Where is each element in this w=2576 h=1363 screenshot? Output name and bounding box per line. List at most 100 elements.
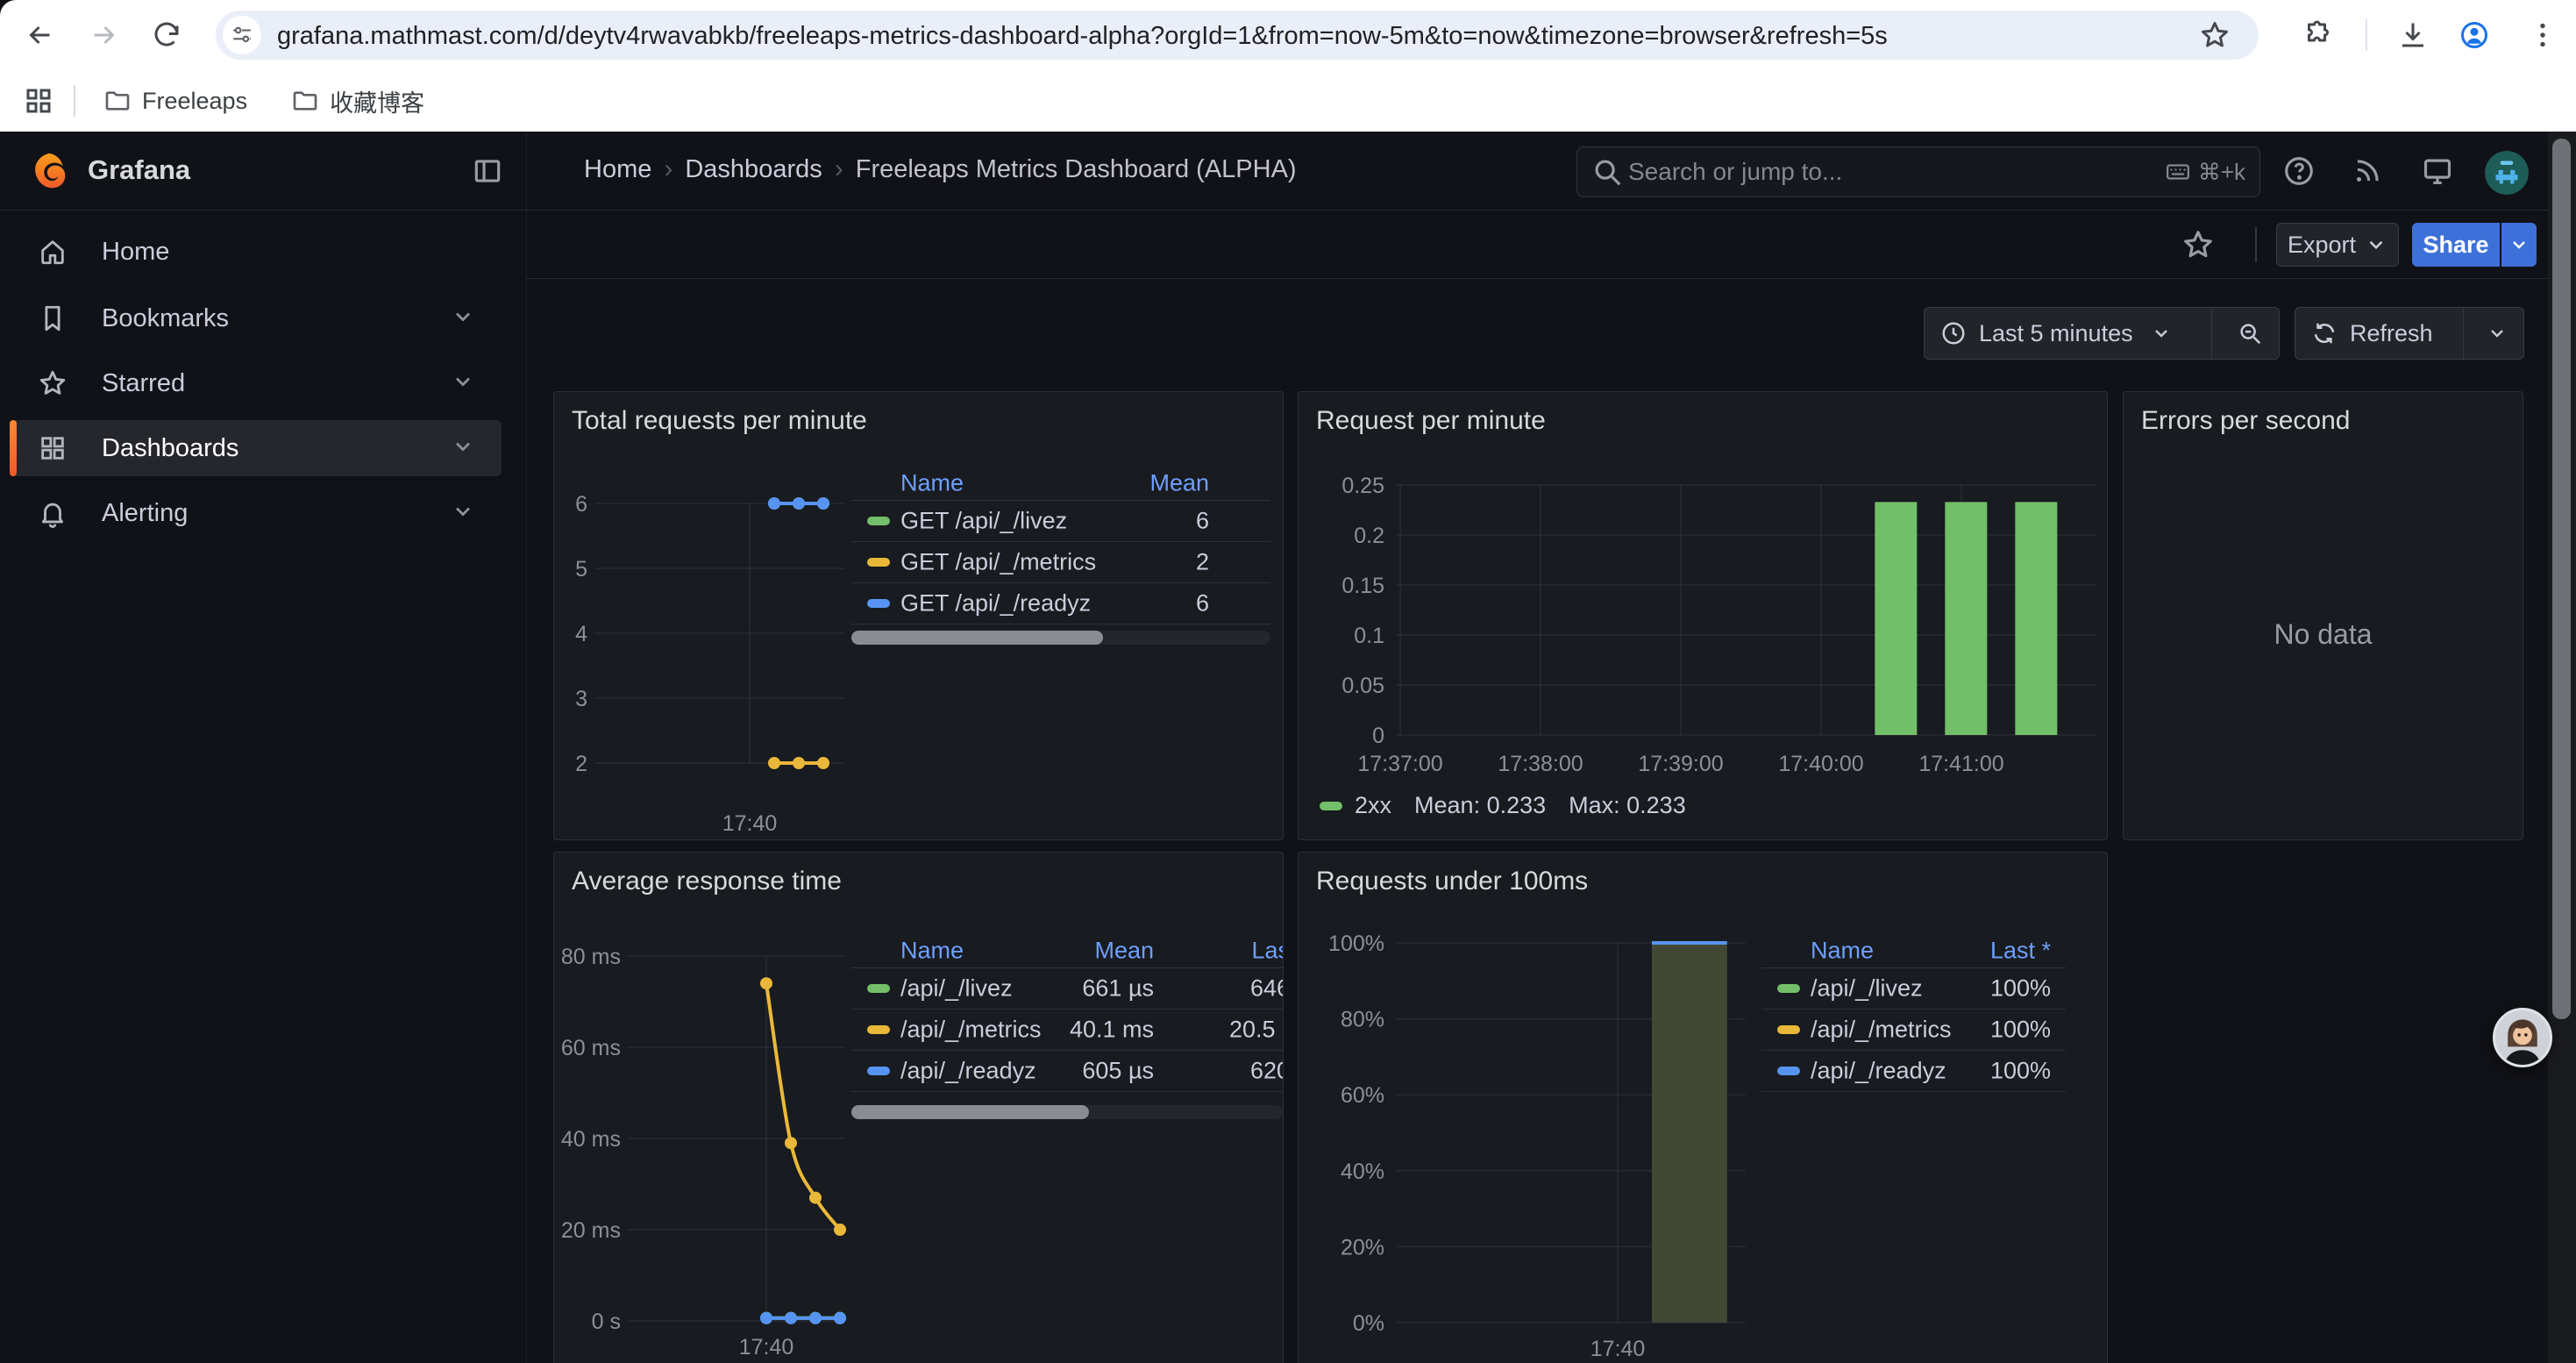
area-fill xyxy=(1652,943,1727,1323)
help-icon[interactable] xyxy=(2278,150,2320,192)
series-point xyxy=(793,497,805,510)
back-icon[interactable] xyxy=(21,16,60,54)
chevron-down-icon[interactable] xyxy=(451,304,475,333)
legend-row[interactable]: GET /api/_/readyz6 xyxy=(851,583,1270,624)
panel-title[interactable]: Errors per second xyxy=(2141,406,2350,436)
url-text[interactable]: grafana.mathmast.com/d/deytv4rwavabkb/fr… xyxy=(277,22,1888,51)
button-divider xyxy=(2211,308,2212,359)
legend-column-header[interactable]: Name xyxy=(1811,937,1874,964)
star-icon xyxy=(35,368,70,398)
legend-column-header[interactable]: Name xyxy=(900,469,964,496)
browser-profile-icon[interactable] xyxy=(2455,16,2494,54)
legend-scrollbar[interactable] xyxy=(851,1105,1283,1119)
panel-request-per-minute: Request per minute 0.250.20.150.10.05017… xyxy=(1298,391,2108,840)
forward-icon[interactable] xyxy=(84,16,123,54)
legend-series-name[interactable]: GET /api/_/readyz xyxy=(900,590,1091,617)
time-range-picker[interactable]: Last 5 minutes xyxy=(1940,320,2195,347)
legend-column-header[interactable]: Mean xyxy=(1149,469,1209,496)
reload-icon[interactable] xyxy=(147,16,186,54)
x-axis-tick-label: 17:38:00 xyxy=(1498,752,1583,776)
legend-series-name[interactable]: GET /api/_/metrics xyxy=(900,549,1096,576)
y-axis-tick-label: 20% xyxy=(1341,1235,1384,1260)
site-settings-icon[interactable] xyxy=(223,16,261,54)
bookmark-star-icon[interactable] xyxy=(2195,16,2234,54)
legend-series-name[interactable]: /api/_/livez xyxy=(900,975,1013,1003)
chevron-down-icon[interactable] xyxy=(451,369,475,398)
legend-row[interactable]: /api/_/readyz100% xyxy=(1761,1051,2066,1092)
page-scrollbar-thumb[interactable] xyxy=(2552,139,2571,1019)
sidebar-item-home[interactable]: Home xyxy=(11,224,502,280)
floating-assistant-avatar[interactable] xyxy=(2493,1008,2552,1067)
export-button[interactable]: Export xyxy=(2276,223,2399,267)
kiosk-monitor-icon[interactable] xyxy=(2416,150,2459,192)
chevron-down-icon[interactable] xyxy=(451,499,475,528)
panel-legend: Name Mean GET /api/_/livez 6 GET /api/_/metr… xyxy=(851,466,1270,624)
browser-menu-icon[interactable] xyxy=(2523,16,2562,54)
search-shortcut: ⌘+k xyxy=(2165,159,2259,186)
legend-value: 6 xyxy=(1196,508,1209,535)
sidebar-item-bookmarks[interactable]: Bookmarks xyxy=(11,290,502,346)
news-rss-icon[interactable] xyxy=(2346,150,2388,192)
chevron-down-icon xyxy=(2487,323,2508,344)
legend-column-header[interactable]: Mean xyxy=(1094,937,1154,964)
sidebar-item-starred[interactable]: Starred xyxy=(11,355,502,411)
y-axis-tick-label: 0% xyxy=(1353,1311,1384,1336)
series-point xyxy=(817,497,829,510)
legend-row[interactable]: /api/_/livez100% xyxy=(1761,968,2066,1010)
legend-row[interactable]: /api/_/readyz605 µs620 xyxy=(851,1051,1284,1092)
legend-value: 620 xyxy=(1250,1058,1284,1085)
legend-series-name[interactable]: GET /api/_/livez xyxy=(900,508,1067,535)
legend-column-header[interactable]: Name xyxy=(900,937,964,964)
extensions-icon[interactable] xyxy=(2299,16,2338,54)
legend-row[interactable]: /api/_/metrics100% xyxy=(1761,1010,2066,1051)
legend-series-name[interactable]: /api/_/readyz xyxy=(1811,1058,1946,1085)
breadcrumb-home[interactable]: Home xyxy=(584,155,651,184)
series-point xyxy=(760,977,772,989)
apps-grid-icon[interactable] xyxy=(19,82,58,120)
bookmark-folder-blogs[interactable]: 收藏博客 xyxy=(279,77,437,125)
grafana-logo[interactable] xyxy=(30,152,68,190)
share-dropdown-button[interactable] xyxy=(2501,223,2537,267)
home-icon xyxy=(35,237,70,267)
sidebar-toggle-icon[interactable] xyxy=(466,150,509,192)
bookmark-label: Freeleaps xyxy=(142,88,247,115)
legend-column-header[interactable]: Last * xyxy=(1990,937,2051,964)
legend-row[interactable]: /api/_/livez661 µs646 xyxy=(851,968,1284,1010)
sidebar-item-alerting[interactable]: Alerting xyxy=(11,485,502,541)
address-bar[interactable]: grafana.mathmast.com/d/deytv4rwavabkb/fr… xyxy=(216,11,2259,60)
sidebar-item-dashboards[interactable]: Dashboards xyxy=(11,420,502,476)
share-button[interactable]: Share xyxy=(2412,223,2500,267)
refresh-button[interactable]: Refresh xyxy=(2311,320,2454,347)
search-input[interactable]: Search or jump to... ⌘+k xyxy=(1576,146,2260,197)
y-axis-tick-label: 6 xyxy=(575,492,587,517)
panel-avg-response-time: Average response time 80 ms60 ms40 ms20 … xyxy=(553,852,1284,1363)
zoom-out-button[interactable] xyxy=(2221,320,2263,346)
legend-series-name[interactable]: /api/_/metrics xyxy=(1811,1017,1952,1044)
chevron-down-icon[interactable] xyxy=(451,434,475,463)
bookmark-folder-freeleaps[interactable]: Freeleaps xyxy=(91,80,260,122)
legend-row[interactable]: /api/_/metrics40.1 ms20.5 r xyxy=(851,1010,1284,1051)
refresh-interval-dropdown[interactable] xyxy=(2473,323,2508,344)
legend-scrollbar[interactable] xyxy=(851,631,1270,645)
breadcrumb: Home › Dashboards › Freeleaps Metrics Da… xyxy=(584,154,1297,184)
favorite-star-icon[interactable] xyxy=(2177,224,2219,266)
user-avatar[interactable] xyxy=(2485,151,2529,195)
legend-series-name[interactable]: /api/_/livez xyxy=(1811,975,1923,1003)
legend-column-header[interactable]: Las xyxy=(1251,937,1284,964)
y-axis-tick-label: 2 xyxy=(575,752,587,776)
breadcrumb-dashboards[interactable]: Dashboards xyxy=(685,155,822,184)
series-point xyxy=(785,1137,797,1149)
legend-row[interactable]: GET /api/_/metrics2 xyxy=(851,542,1270,583)
series-point xyxy=(809,1312,822,1324)
downloads-icon[interactable] xyxy=(2394,16,2432,54)
time-range-group: Last 5 minutes xyxy=(1924,307,2280,360)
legend-series-name[interactable]: /api/_/readyz xyxy=(900,1058,1036,1085)
bell-icon xyxy=(35,498,70,528)
legend-series-name[interactable]: /api/_/metrics xyxy=(900,1017,1042,1044)
legend-item[interactable]: 2xx xyxy=(1320,792,1391,819)
y-axis-tick-label: 20 ms xyxy=(561,1218,621,1243)
legend-row[interactable]: GET /api/_/livez 6 xyxy=(851,501,1270,542)
series-point xyxy=(785,1312,797,1324)
bookmarks-separator xyxy=(74,85,75,117)
legend-swatch xyxy=(1777,1067,1800,1075)
